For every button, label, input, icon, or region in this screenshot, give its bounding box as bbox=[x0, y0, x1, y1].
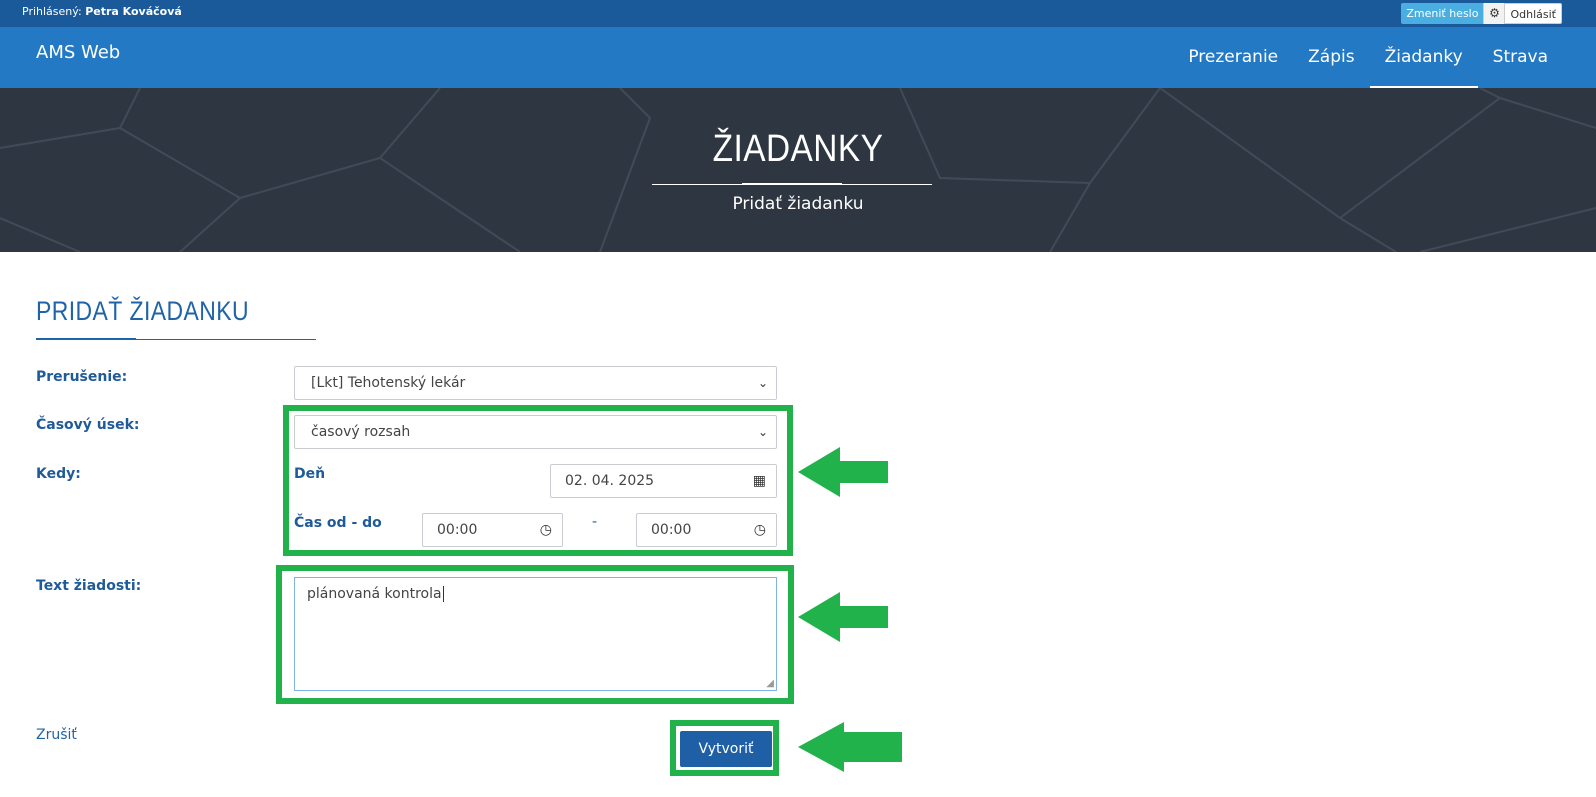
gear-icon[interactable]: ⚙ bbox=[1483, 3, 1505, 24]
nav-menu: Prezeranie Zápis Žiadanky Strava bbox=[1173, 27, 1596, 88]
logged-in-label: Prihlásený: bbox=[22, 5, 82, 18]
cancel-link[interactable]: Zrušiť bbox=[36, 727, 77, 743]
chevron-down-icon: ⌄ bbox=[757, 376, 768, 390]
interruption-select-value: [Lkt] Tehotenský lekár bbox=[311, 375, 466, 391]
section-title-underline-accent bbox=[36, 338, 136, 340]
banner-subtitle: Pridať žiadanku bbox=[732, 194, 864, 214]
request-text-label: Text žiadosti: bbox=[36, 578, 142, 594]
highlight-box-create-button bbox=[670, 720, 779, 776]
nav-item-strava[interactable]: Strava bbox=[1478, 27, 1596, 88]
nav-item-ziadanky[interactable]: Žiadanky bbox=[1369, 27, 1478, 88]
interruption-select[interactable]: [Lkt] Tehotenský lekár ⌄ bbox=[294, 366, 777, 400]
banner-title: ŽIADANKY bbox=[712, 128, 884, 170]
when-label: Kedy: bbox=[36, 466, 81, 482]
account-buttons: Zmeniť heslo ⚙ Odhlásiť bbox=[1401, 3, 1562, 24]
brand-logo[interactable]: AMS Web bbox=[36, 42, 120, 63]
arrow-left-icon bbox=[798, 592, 888, 642]
interruption-label: Prerušenie: bbox=[36, 369, 128, 385]
nav-item-zapis[interactable]: Zápis bbox=[1293, 27, 1369, 88]
arrow-left-icon bbox=[798, 447, 888, 497]
page-banner: ŽIADANKY Pridať žiadanku bbox=[0, 88, 1596, 252]
banner-divider-accent bbox=[742, 183, 842, 185]
highlight-box-time-fields bbox=[283, 405, 793, 556]
logout-button[interactable]: Odhlásiť bbox=[1504, 3, 1562, 24]
highlight-box-request-text bbox=[276, 565, 794, 704]
top-bar: Prihlásený: Petra Kováčová Zmeniť heslo … bbox=[0, 0, 1596, 27]
arrow-left-icon bbox=[798, 722, 902, 772]
change-password-button[interactable]: Zmeniť heslo bbox=[1401, 3, 1484, 24]
user-name: Petra Kováčová bbox=[85, 5, 182, 18]
section-title: PRIDAŤ ŽIADANKU bbox=[36, 296, 249, 326]
nav-item-prezeranie[interactable]: Prezeranie bbox=[1173, 27, 1293, 88]
logged-in-user: Prihlásený: Petra Kováčová bbox=[22, 5, 182, 18]
main-navbar: AMS Web Prezeranie Zápis Žiadanky Strava bbox=[0, 27, 1596, 88]
timespan-label: Časový úsek: bbox=[36, 417, 140, 433]
